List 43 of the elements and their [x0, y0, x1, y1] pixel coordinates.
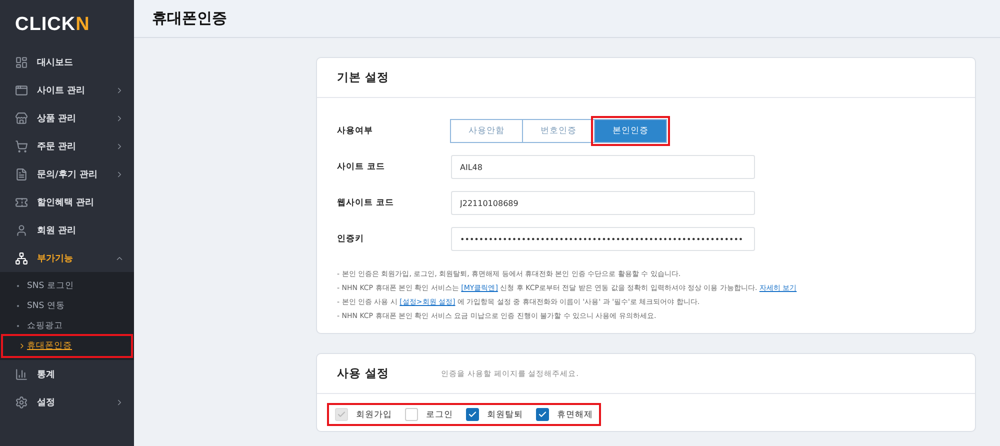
- field-label: 사용여부: [337, 125, 374, 137]
- sidebar-item[interactable]: 설정: [0, 388, 134, 416]
- check-icon: [337, 410, 346, 419]
- submenu-item[interactable]: SNS 로그인: [3, 276, 131, 296]
- sidebar-item[interactable]: 사이트 관리: [0, 76, 134, 104]
- window-icon: [15, 84, 28, 96]
- sidebar-item[interactable]: 주문 관리: [0, 132, 134, 160]
- input-field[interactable]: AIL48: [451, 155, 755, 179]
- checkbox-label: 휴면해제: [557, 408, 593, 420]
- submenu-item[interactable]: SNS 연동: [3, 296, 131, 316]
- field-label: 인증키: [337, 233, 365, 245]
- field-label: 웹사이트 코드: [337, 197, 395, 209]
- network-icon: [15, 252, 28, 264]
- user-icon: [15, 224, 28, 236]
- input-field[interactable]: ••••••••••••••••••••••••••••••••••••••••••••••••••••••••••••: [451, 227, 755, 251]
- dashboard-icon: [15, 56, 28, 68]
- sidebar-item[interactable]: 회원 관리: [0, 216, 134, 244]
- card-title: 사용 설정: [337, 366, 390, 381]
- submenu-item[interactable]: 휴대폰인증: [3, 336, 131, 356]
- check-icon: [468, 410, 477, 419]
- checkbox-label: 로그인: [426, 408, 453, 420]
- field-label: 사이트 코드: [337, 161, 386, 173]
- sidebar-item[interactable]: 상품 관리: [0, 104, 134, 132]
- bar-chart-icon: [15, 368, 28, 380]
- card-title: 기본 설정: [337, 70, 390, 85]
- sidebar-item[interactable]: 대시보드: [0, 48, 134, 76]
- checkbox-label: 회원가입: [356, 408, 392, 420]
- sidebar-item[interactable]: 통계: [0, 360, 134, 388]
- checkbox[interactable]: [536, 408, 549, 421]
- sidebar-item[interactable]: 할인혜택 관리: [0, 188, 134, 216]
- ticket-icon: [15, 196, 28, 208]
- cart-icon: [15, 140, 28, 152]
- sidebar-item[interactable]: 부가기능: [0, 244, 134, 272]
- store-icon: [15, 112, 28, 124]
- submenu-item[interactable]: 쇼핑광고: [3, 316, 131, 336]
- sidebar-item[interactable]: 문의/후기 관리: [0, 160, 134, 188]
- option-button[interactable]: 본인인증: [594, 119, 667, 143]
- settings-icon: [15, 396, 28, 408]
- document-icon: [15, 168, 28, 180]
- logo: CLICKN: [14, 13, 91, 37]
- checkbox[interactable]: [466, 408, 479, 421]
- checkbox-label: 회원탈퇴: [487, 408, 523, 420]
- check-icon: [538, 410, 547, 419]
